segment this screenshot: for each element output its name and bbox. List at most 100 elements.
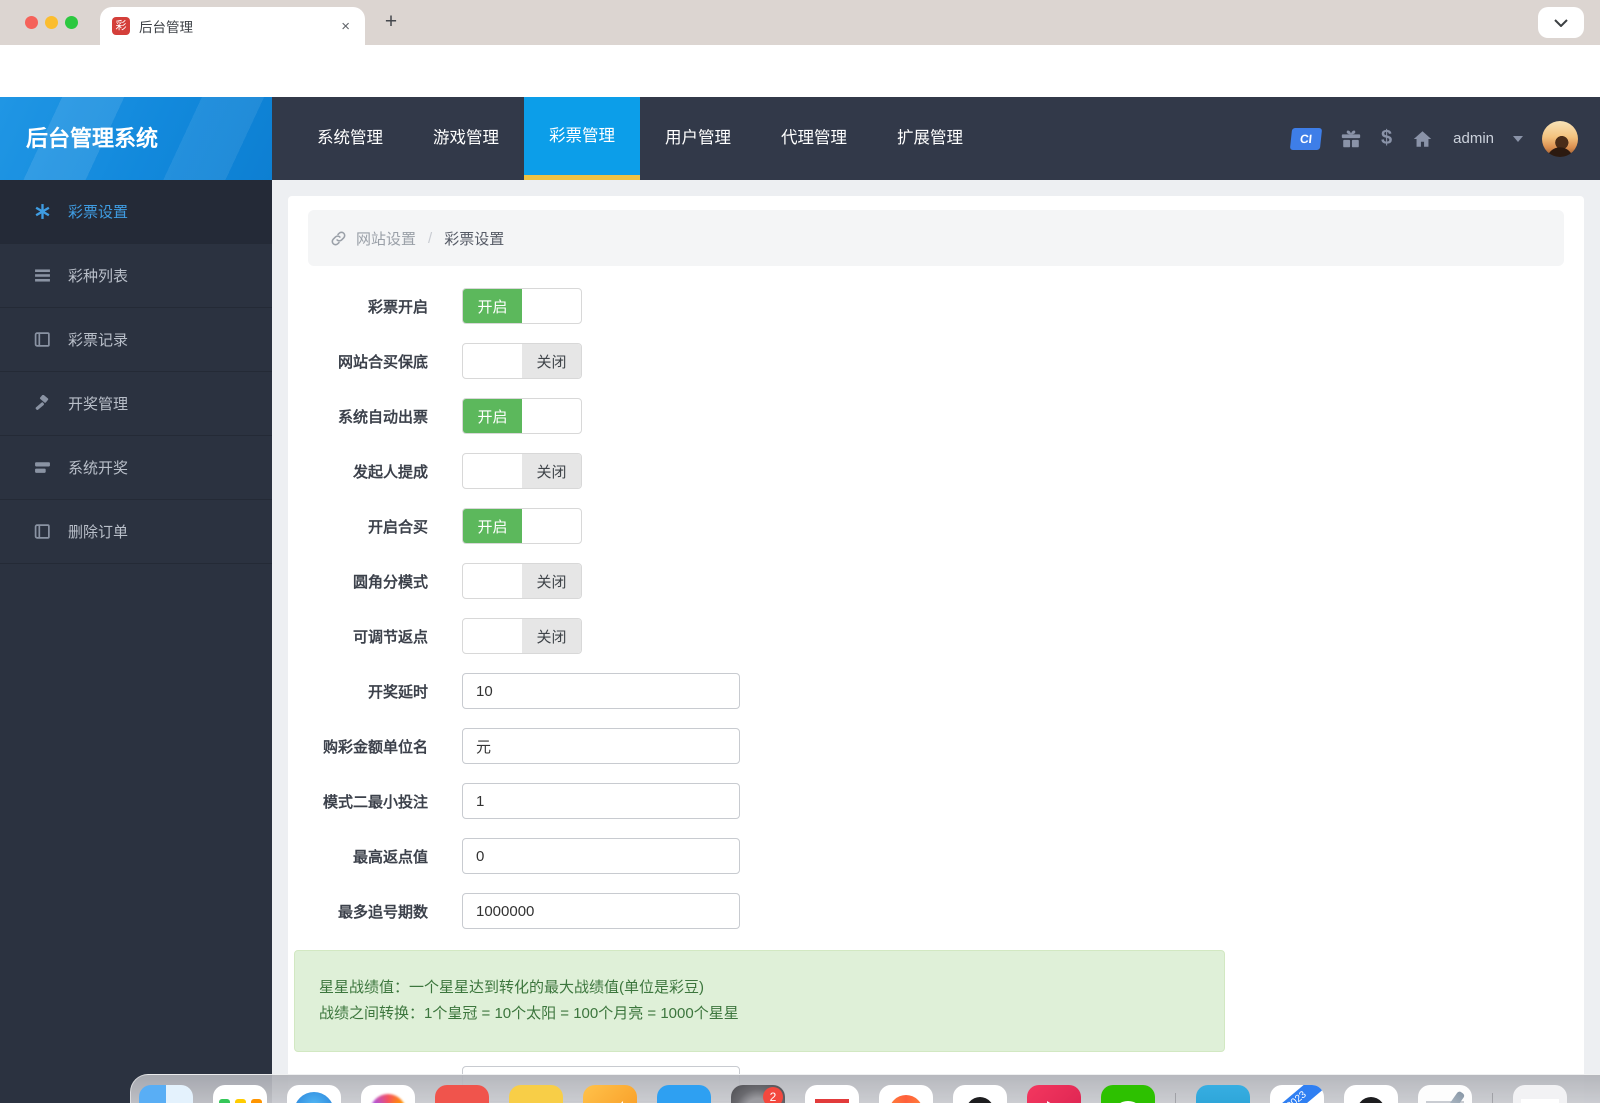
chevron-down-icon	[1554, 18, 1568, 27]
window-minimize-button[interactable]	[45, 16, 58, 29]
sidebar-item-lottery-settings[interactable]: 彩票设置	[0, 180, 272, 244]
window-zoom-button[interactable]	[65, 16, 78, 29]
dock-separator	[1175, 1093, 1176, 1103]
sidebar-item-label: 开奖管理	[68, 396, 129, 413]
max-rebate-input[interactable]	[462, 838, 740, 874]
sidebar-item-draw-management[interactable]: 开奖管理	[0, 372, 272, 436]
dock-downloads-icon[interactable]	[1513, 1085, 1567, 1103]
sidebar: 彩票设置 彩种列表 彩票记录 开奖管理 系统开奖 删除订单	[0, 180, 272, 1103]
breadcrumb-separator: /	[428, 229, 433, 247]
settings-form: 彩票开启 开启 网站合买保底 关闭 系统自动出票 开启 发起人提成 关闭 开启合…	[294, 288, 1564, 1102]
sidebar-item-system-draw[interactable]: 系统开奖	[0, 436, 272, 500]
field-label: 开启合买	[367, 518, 428, 536]
field-label: 可调节返点	[352, 628, 428, 646]
form-row-currency-unit: 购彩金额单位名	[308, 728, 1564, 764]
dock-textedit-icon[interactable]	[1418, 1085, 1472, 1103]
dock-calendar-icon[interactable]: 1月	[435, 1085, 489, 1103]
toggle-group-buy-guarantee[interactable]: 关闭	[462, 343, 582, 379]
toggle-on-label: 开启	[463, 399, 522, 433]
sidebar-item-label: 彩票记录	[68, 332, 129, 349]
nav-item-game[interactable]: 游戏管理	[408, 97, 524, 180]
toggle-lottery-enable[interactable]: 开启	[462, 288, 582, 324]
notice-line-1: 星星战绩值：一个星星达到转化的最大战绩值(单位是彩豆)	[319, 979, 704, 996]
dock-stats-icon[interactable]	[213, 1085, 267, 1103]
tab-close-icon[interactable]: ×	[338, 18, 353, 35]
tab-favicon: 彩	[112, 17, 130, 35]
dock-safari-icon[interactable]	[287, 1085, 341, 1103]
dollar-icon[interactable]: $	[1381, 127, 1392, 150]
dock-notes-icon[interactable]	[509, 1085, 563, 1103]
form-row-auto-ticket: 系统自动出票 开启	[308, 398, 1564, 434]
currency-unit-input[interactable]	[462, 728, 740, 764]
mode2-min-bet-input[interactable]	[462, 783, 740, 819]
max-chase-periods-input[interactable]	[462, 893, 740, 929]
toggle-round-corner-mode[interactable]: 关闭	[462, 563, 582, 599]
nav-item-lottery[interactable]: 彩票管理	[524, 97, 640, 180]
dock-year-app-icon[interactable]: 2023	[1270, 1085, 1324, 1103]
browser-tab[interactable]: 彩 后台管理 ×	[100, 7, 365, 45]
screen: 彩 后台管理 × + ← → vuecp.timibbs.vip/admin.p…	[0, 0, 1600, 1103]
user-caret-icon[interactable]	[1513, 135, 1523, 142]
nav-item-system[interactable]: 系统管理	[292, 97, 408, 180]
dock-twitter-icon[interactable]	[657, 1085, 711, 1103]
star-score-notice: 星星战绩值：一个星星达到转化的最大战绩值(单位是彩豆) 战绩之间转换：1个皇冠 …	[294, 950, 1225, 1052]
gift-icon[interactable]	[1340, 128, 1362, 150]
form-row-max-chase-periods: 最多追号期数	[308, 893, 1564, 929]
field-label: 发起人提成	[352, 463, 428, 481]
dock-photos-icon[interactable]	[361, 1085, 415, 1103]
window-close-button[interactable]	[25, 16, 38, 29]
sidebar-item-label: 系统开奖	[68, 460, 129, 477]
dock-music-icon[interactable]	[805, 1085, 859, 1103]
dock-telegram-icon[interactable]	[1196, 1085, 1250, 1103]
toggle-on-label: 开启	[463, 289, 522, 323]
dock-settings-icon[interactable]: 2	[731, 1085, 785, 1103]
app-header: 后台管理系统 系统管理 游戏管理 彩票管理 用户管理 代理管理 扩展管理 CI …	[0, 97, 1600, 180]
toggle-off-label: 关闭	[522, 454, 581, 488]
dock: 1月 2 2023	[130, 1074, 1600, 1103]
form-row-group-buy-enable: 开启合买 开启	[308, 508, 1564, 544]
dock-browser-icon[interactable]	[879, 1085, 933, 1103]
field-label: 圆角分模式	[352, 573, 428, 591]
sidebar-item-lottery-records[interactable]: 彩票记录	[0, 308, 272, 372]
dock-wechat-icon[interactable]	[1101, 1085, 1155, 1103]
username[interactable]: admin	[1453, 130, 1494, 147]
dock-finder-icon[interactable]	[139, 1085, 193, 1103]
field-label: 彩票开启	[367, 298, 428, 316]
server-icon	[35, 462, 50, 473]
toggle-off-label: 关闭	[522, 619, 581, 653]
field-label: 购彩金额单位名	[322, 738, 428, 756]
dock-qq2-icon[interactable]	[1344, 1085, 1398, 1103]
dock-qq-icon[interactable]	[953, 1085, 1007, 1103]
field-label: 开奖延时	[367, 683, 428, 701]
form-row-group-buy-guarantee: 网站合买保底 关闭	[308, 343, 1564, 379]
breadcrumb-root[interactable]: 网站设置	[356, 228, 416, 249]
toggle-group-buy-enable[interactable]: 开启	[462, 508, 582, 544]
language-badge-icon[interactable]: CI	[1289, 127, 1323, 150]
form-row-initiator-commission: 发起人提成 关闭	[308, 453, 1564, 489]
tab-search-button[interactable]	[1538, 7, 1584, 38]
dock-orange-app-icon[interactable]	[583, 1085, 637, 1103]
form-row-adjustable-rebate: 可调节返点 关闭	[308, 618, 1564, 654]
draw-delay-input[interactable]	[462, 673, 740, 709]
toggle-auto-ticket[interactable]: 开启	[462, 398, 582, 434]
breadcrumb: 网站设置 / 彩票设置	[308, 210, 1564, 266]
nav-item-extension[interactable]: 扩展管理	[872, 97, 988, 180]
field-label: 模式二最小投注	[322, 793, 428, 811]
gavel-icon	[35, 395, 49, 410]
avatar[interactable]	[1542, 120, 1578, 157]
nav-item-agent[interactable]: 代理管理	[756, 97, 872, 180]
toggle-off-label: 关闭	[522, 564, 581, 598]
settings-card: 网站设置 / 彩票设置 彩票开启 开启 网站合买保底 关闭 系统自动出票 开启 …	[288, 196, 1584, 1103]
sidebar-item-delete-orders[interactable]: 删除订单	[0, 500, 272, 564]
dock-video-icon[interactable]	[1027, 1085, 1081, 1103]
form-row-draw-delay: 开奖延时	[308, 673, 1564, 709]
toggle-adjustable-rebate[interactable]: 关闭	[462, 618, 582, 654]
field-label: 网站合买保底	[337, 353, 428, 371]
toggle-initiator-commission[interactable]: 关闭	[462, 453, 582, 489]
sidebar-item-lottery-types[interactable]: 彩种列表	[0, 244, 272, 308]
sidebar-item-label: 删除订单	[68, 524, 129, 541]
notice-line-2: 战绩之间转换：1个皇冠 = 10个太阳 = 100个月亮 = 1000个星星	[319, 1005, 739, 1022]
nav-item-user[interactable]: 用户管理	[640, 97, 756, 180]
home-icon[interactable]	[1411, 128, 1434, 150]
new-tab-button[interactable]: +	[378, 9, 404, 35]
